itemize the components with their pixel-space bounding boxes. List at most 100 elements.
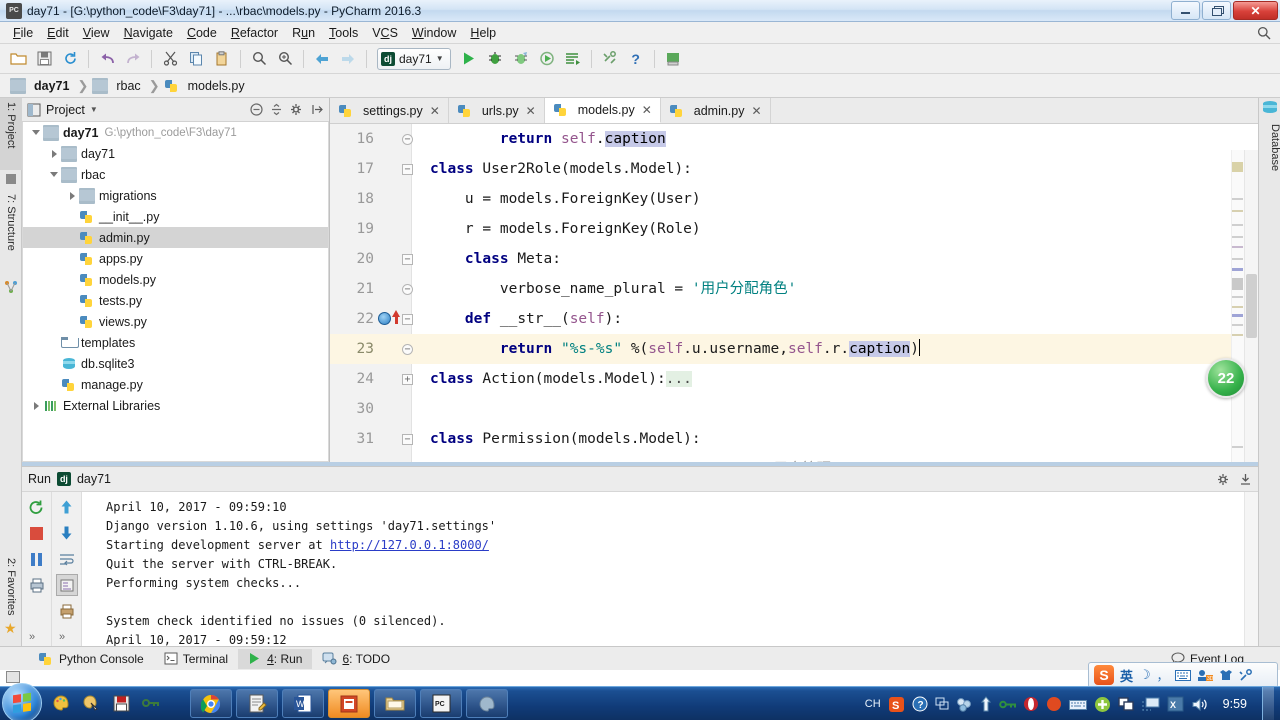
hide-icon[interactable] bbox=[1239, 473, 1252, 486]
ime-mode-button[interactable]: 英 bbox=[1120, 666, 1133, 685]
code-line-24[interactable]: 24 + class Action(models.Model):... bbox=[330, 364, 1258, 394]
hide-icon[interactable] bbox=[311, 103, 324, 116]
code-line-31[interactable]: 31 − class Permission(models.Model): bbox=[330, 424, 1258, 454]
expand-tray-icon[interactable] bbox=[935, 697, 949, 711]
run-icon[interactable] bbox=[457, 47, 481, 71]
tree-item-day71[interactable]: day71 G:\python_code\F3\day71 bbox=[23, 122, 328, 143]
tab-terminal[interactable]: Terminal bbox=[154, 649, 238, 669]
editor-tab-urls-py[interactable]: urls.py ✕ bbox=[448, 98, 545, 123]
run-with-console-icon[interactable] bbox=[561, 47, 585, 71]
find-replace-icon[interactable] bbox=[273, 47, 297, 71]
taskbar-powerpoint-button[interactable] bbox=[328, 689, 370, 718]
chevron-down-icon[interactable] bbox=[47, 172, 61, 177]
help-tray-icon[interactable]: ? bbox=[912, 696, 928, 712]
chevron-down-icon[interactable]: ▼ bbox=[90, 105, 98, 114]
tree-item-rbac[interactable]: rbac bbox=[23, 164, 328, 185]
stop-icon[interactable] bbox=[26, 522, 48, 544]
menu-code[interactable]: Code bbox=[180, 24, 224, 42]
rerun-icon[interactable] bbox=[26, 496, 48, 518]
moon-icon[interactable]: ☽ bbox=[1139, 667, 1151, 683]
network-share-icon[interactable] bbox=[956, 697, 973, 712]
comma-icon[interactable]: ， bbox=[1157, 667, 1169, 684]
debug-icon[interactable] bbox=[483, 47, 507, 71]
chevron-right-icon[interactable] bbox=[29, 401, 43, 410]
copy2-icon[interactable] bbox=[1117, 696, 1135, 712]
tab-todo[interactable]: 6: TODO bbox=[312, 649, 400, 669]
close-icon[interactable]: ✕ bbox=[642, 103, 652, 117]
console-scrollbar[interactable] bbox=[1244, 492, 1258, 646]
chevron-right-icon[interactable] bbox=[47, 149, 61, 158]
fold-collapse-icon[interactable]: − bbox=[402, 314, 413, 325]
volume-icon[interactable] bbox=[1191, 697, 1208, 712]
pause-icon[interactable] bbox=[26, 548, 48, 570]
sidebar-item-database[interactable]: Database bbox=[1259, 104, 1280, 175]
editor-marker-bar[interactable] bbox=[1231, 150, 1244, 462]
minimized-window-icon[interactable] bbox=[6, 671, 20, 683]
menu-edit[interactable]: Edit bbox=[40, 24, 76, 42]
expand-icon[interactable] bbox=[270, 103, 283, 116]
gear-icon[interactable] bbox=[290, 103, 304, 116]
taskbar-chrome-button[interactable] bbox=[190, 689, 232, 718]
override-arrow-icon[interactable] bbox=[392, 310, 400, 324]
start-button[interactable] bbox=[2, 683, 42, 720]
tree-item-views-py[interactable]: views.py bbox=[23, 311, 328, 332]
language-indicator[interactable]: CH bbox=[865, 698, 881, 710]
fold-collapse-icon[interactable]: − bbox=[402, 134, 413, 145]
close-icon[interactable]: ✕ bbox=[752, 104, 762, 118]
project-tree[interactable]: day71 G:\python_code\F3\day71 day71 rbac mig… bbox=[22, 122, 329, 462]
fold-collapse-icon[interactable]: − bbox=[402, 284, 413, 295]
more-icon[interactable]: » bbox=[59, 631, 65, 643]
tree-item-db-sqlite3[interactable]: db.sqlite3 bbox=[23, 353, 328, 374]
menu-tools[interactable]: Tools bbox=[322, 24, 365, 42]
chevron-right-icon[interactable] bbox=[65, 191, 79, 200]
breadcrumb-item-models[interactable]: models.py bbox=[162, 77, 251, 95]
forward-icon[interactable] bbox=[336, 47, 360, 71]
tree-item-day71[interactable]: day71 bbox=[23, 143, 328, 164]
search-icon[interactable] bbox=[1257, 26, 1271, 40]
redo-icon[interactable] bbox=[121, 47, 145, 71]
close-icon[interactable]: ✕ bbox=[430, 104, 440, 118]
menu-run[interactable]: Run bbox=[285, 24, 322, 42]
code-line-16[interactable]: 16 − return self.caption bbox=[330, 124, 1258, 154]
keyboard2-icon[interactable] bbox=[1068, 698, 1087, 711]
tree-item--init-py[interactable]: __init__.py bbox=[23, 206, 328, 227]
help-icon[interactable]: ? bbox=[624, 47, 648, 71]
editor-tab-settings-py[interactable]: settings.py ✕ bbox=[330, 98, 449, 123]
inspection-badge[interactable]: 22 bbox=[1206, 358, 1246, 398]
menu-file[interactable]: File bbox=[6, 24, 40, 42]
print2-icon[interactable] bbox=[56, 600, 78, 622]
save-all-icon[interactable] bbox=[32, 47, 56, 71]
tab-python-console[interactable]: Python Console bbox=[28, 648, 154, 670]
find-icon[interactable] bbox=[247, 47, 271, 71]
code-line-30[interactable]: 30 bbox=[330, 394, 1258, 424]
tree-item-tests-py[interactable]: tests.py bbox=[23, 290, 328, 311]
code-line-23[interactable]: 23 − return "%s-%s" %(self.u.username,sel… bbox=[330, 334, 1258, 364]
key-icon[interactable] bbox=[140, 690, 162, 716]
soft-wrap-icon[interactable] bbox=[56, 548, 78, 570]
tree-item-apps-py[interactable]: apps.py bbox=[23, 248, 328, 269]
chevron-down-icon[interactable] bbox=[29, 130, 43, 135]
code-line-21[interactable]: 21 − verbose_name_plural = '用户分配角色' bbox=[330, 274, 1258, 304]
breadcrumb-item-rbac[interactable]: rbac bbox=[90, 77, 146, 95]
fold-collapse-icon[interactable]: − bbox=[402, 434, 413, 445]
record-icon[interactable] bbox=[1046, 696, 1062, 712]
save-icon[interactable] bbox=[110, 690, 132, 716]
3d-icon[interactable]: 3D bbox=[1197, 669, 1213, 682]
paint-icon[interactable] bbox=[50, 690, 72, 716]
code-line-19[interactable]: 19 r = models.ForeignKey(Role) bbox=[330, 214, 1258, 244]
menu-window[interactable]: Window bbox=[405, 24, 463, 42]
paint-cursor-icon[interactable] bbox=[80, 690, 102, 716]
cut-icon[interactable] bbox=[158, 47, 182, 71]
taskbar-pycharm-button[interactable]: PC bbox=[420, 689, 462, 718]
sidebar-item-project[interactable]: 1: Project bbox=[0, 98, 22, 170]
plus-icon[interactable] bbox=[1094, 696, 1111, 713]
code-line-22[interactable]: 22 − def __str__(self): bbox=[330, 304, 1258, 334]
menu-view[interactable]: View bbox=[76, 24, 117, 42]
editor-vertical-scrollbar[interactable] bbox=[1244, 150, 1258, 462]
code-line-32[interactable]: 32− # http://127.0.0.1:8001/user.html 用户… bbox=[330, 454, 1258, 462]
taskbar-folder-button[interactable] bbox=[374, 689, 416, 718]
tab-run[interactable]: 4: Run bbox=[238, 648, 313, 669]
print-icon[interactable] bbox=[26, 574, 48, 596]
sync-icon[interactable] bbox=[58, 47, 82, 71]
minimize-button[interactable] bbox=[1171, 1, 1200, 20]
